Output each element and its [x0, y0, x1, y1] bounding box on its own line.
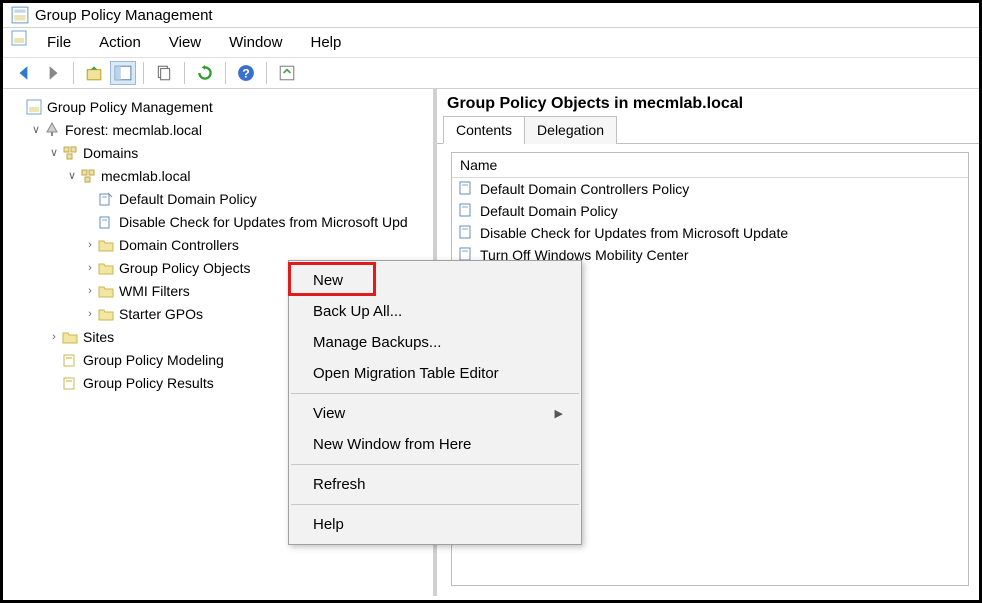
- menu-icon: [11, 30, 29, 46]
- context-separator: [291, 464, 579, 465]
- context-migration-table[interactable]: Open Migration Table Editor: [289, 358, 581, 389]
- gpo-icon: [458, 180, 474, 199]
- folder-icon: [97, 283, 115, 299]
- toolbar-separator: [143, 62, 144, 84]
- context-separator: [291, 504, 579, 505]
- context-menu: New Back Up All... Manage Backups... Ope…: [288, 260, 582, 545]
- toolbar: ?: [3, 58, 979, 89]
- forward-button[interactable]: [40, 61, 66, 85]
- forest-icon: [43, 122, 61, 138]
- svg-text:?: ?: [242, 67, 250, 81]
- menu-action[interactable]: Action: [87, 30, 153, 55]
- gpo-link-icon: [97, 214, 115, 230]
- sites-icon: [61, 329, 79, 345]
- context-view[interactable]: View▶: [289, 398, 581, 429]
- show-hide-tree-button[interactable]: [110, 61, 136, 85]
- context-new[interactable]: New: [289, 265, 581, 296]
- collapse-icon[interactable]: ∨: [65, 169, 79, 183]
- copy-button[interactable]: [151, 61, 177, 85]
- expand-icon[interactable]: ›: [47, 330, 61, 344]
- up-button[interactable]: [81, 61, 107, 85]
- tree-forest[interactable]: ∨ Forest: mecmlab.local: [3, 118, 433, 141]
- help-button[interactable]: ?: [233, 61, 259, 85]
- gpo-icon: [458, 202, 474, 221]
- expand-icon[interactable]: ›: [83, 307, 97, 321]
- console-icon: [25, 99, 43, 115]
- menu-view[interactable]: View: [157, 30, 213, 55]
- tree-domain[interactable]: ∨ mecmlab.local: [3, 164, 433, 187]
- toolbar-separator: [184, 62, 185, 84]
- detail-heading: Group Policy Objects in mecmlab.local: [437, 89, 979, 115]
- folder-icon: [97, 260, 115, 276]
- refresh-button[interactable]: [192, 61, 218, 85]
- context-refresh[interactable]: Refresh: [289, 469, 581, 500]
- context-separator: [291, 393, 579, 394]
- tree-domains[interactable]: ∨ Domains: [3, 141, 433, 164]
- window-title: Group Policy Management: [35, 7, 213, 24]
- modeling-icon: [61, 352, 79, 368]
- app-icon: [11, 6, 29, 24]
- gpo-link-icon: [97, 191, 115, 207]
- menu-file[interactable]: File: [35, 30, 83, 55]
- tree-disable-update-policy[interactable]: Disable Check for Updates from Microsoft…: [3, 210, 433, 233]
- collapse-icon[interactable]: ∨: [29, 123, 43, 137]
- folder-icon: [97, 237, 115, 253]
- context-help[interactable]: Help: [289, 509, 581, 540]
- context-manage-backups[interactable]: Manage Backups...: [289, 327, 581, 358]
- tab-contents[interactable]: Contents: [443, 116, 525, 144]
- submenu-arrow-icon: ▶: [555, 407, 563, 420]
- detail-tabs: Contents Delegation: [437, 115, 979, 144]
- toolbar-separator: [266, 62, 267, 84]
- expand-icon[interactable]: ›: [83, 238, 97, 252]
- tab-delegation[interactable]: Delegation: [524, 116, 617, 144]
- back-button[interactable]: [11, 61, 37, 85]
- properties-button[interactable]: [274, 61, 300, 85]
- tree-domain-controllers[interactable]: › Domain Controllers: [3, 233, 433, 256]
- list-item[interactable]: Default Domain Controllers Policy: [452, 178, 968, 200]
- menu-bar: File Action View Window Help: [3, 28, 979, 58]
- folder-icon: [97, 306, 115, 322]
- tree-root[interactable]: Group Policy Management: [3, 95, 433, 118]
- expand-icon[interactable]: ›: [83, 261, 97, 275]
- menu-window[interactable]: Window: [217, 30, 294, 55]
- list-item[interactable]: Disable Check for Updates from Microsoft…: [452, 222, 968, 244]
- list-item[interactable]: Default Domain Policy: [452, 200, 968, 222]
- column-name[interactable]: Name: [452, 153, 968, 178]
- context-backup-all[interactable]: Back Up All...: [289, 296, 581, 327]
- collapse-icon[interactable]: ∨: [47, 146, 61, 160]
- domains-icon: [61, 145, 79, 161]
- context-new-window[interactable]: New Window from Here: [289, 429, 581, 460]
- expand-icon[interactable]: ›: [83, 284, 97, 298]
- domain-icon: [79, 168, 97, 184]
- menu-help[interactable]: Help: [298, 30, 353, 55]
- title-bar: Group Policy Management: [3, 3, 979, 28]
- toolbar-separator: [225, 62, 226, 84]
- toolbar-separator: [73, 62, 74, 84]
- tree-default-domain-policy[interactable]: Default Domain Policy: [3, 187, 433, 210]
- results-icon: [61, 375, 79, 391]
- gpo-icon: [458, 224, 474, 243]
